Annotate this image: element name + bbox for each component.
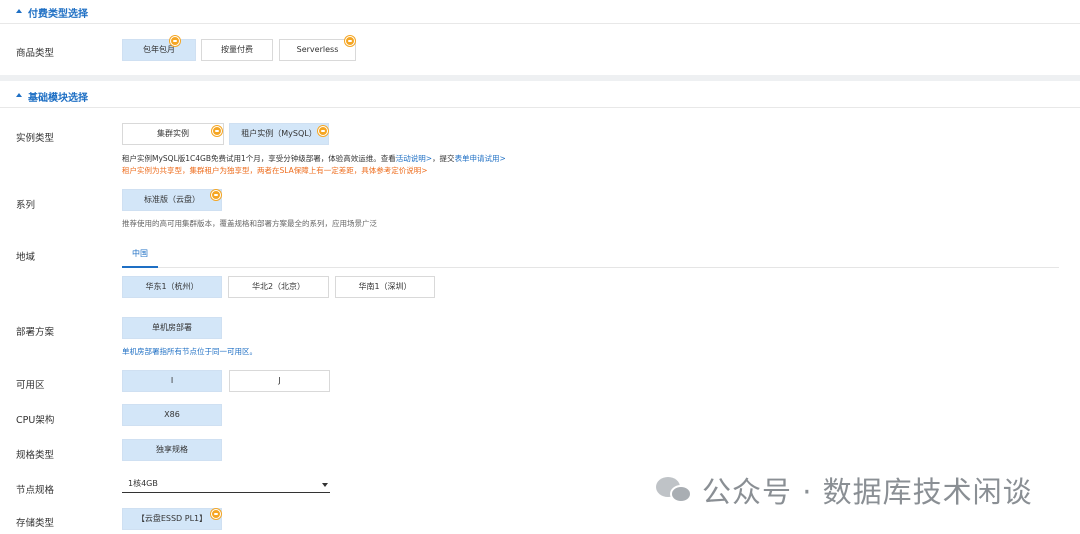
promo-badge-icon [211, 190, 221, 200]
option-pay-as-you-go-label: 按量付费 [221, 45, 253, 54]
region-label: 地域 [16, 252, 36, 263]
option-region-beijing-label: 华北2（北京） [251, 282, 306, 291]
series-note: 推荐使用的高可用集群版本，覆盖规格和部署方案最全的系列，应用场景广泛 [122, 219, 377, 228]
promo-badge-icon [345, 36, 355, 46]
option-essd-pl1[interactable]: 【云盘ESSD PL1】 [122, 508, 222, 530]
spec-type-label: 规格类型 [16, 450, 55, 461]
instance-trial-note: 租户实例MySQL版1C4GB免费试用1个月，享受分钟级部署，体验高效运维。查看… [122, 153, 506, 164]
promo-badge-icon [318, 126, 328, 136]
option-cpu-x86-label: X86 [164, 410, 180, 419]
option-region-shenzhen[interactable]: 华南1（深圳） [335, 276, 435, 298]
option-subscription-label: 包年包月 [143, 45, 175, 54]
promo-badge-icon [212, 126, 222, 136]
option-serverless-label: Serverless [296, 45, 339, 54]
instance-type-label: 实例类型 [16, 133, 55, 144]
promo-badge-icon [211, 509, 221, 519]
option-cluster-instance[interactable]: 集群实例 [122, 123, 224, 145]
cpu-arch-label: CPU架构 [16, 415, 55, 426]
instance-sla-note[interactable]: 租户实例为共享型，集群租户为独享型，两者在SLA保障上有一定差距，具体参考定价说… [122, 165, 428, 176]
option-cluster-instance-label: 集群实例 [157, 129, 189, 138]
option-dedicated-spec[interactable]: 独享规格 [122, 439, 222, 461]
option-region-hangzhou[interactable]: 华东1（杭州） [122, 276, 222, 298]
promo-badge-icon [170, 36, 180, 46]
node-spec-select[interactable]: 1核4GB [122, 475, 330, 493]
option-standard-edition-label: 标准版（云盘） [144, 195, 200, 204]
zone-label: 可用区 [16, 380, 45, 391]
option-subscription[interactable]: 包年包月 [122, 39, 196, 61]
option-essd-pl1-label: 【云盘ESSD PL1】 [136, 514, 208, 523]
wechat-watermark: 公众号 · 数据库技术闲谈 [656, 472, 1033, 509]
series-label: 系列 [16, 200, 36, 211]
instance-trial-mid-text: ，提交 [432, 154, 455, 163]
billing-section-header[interactable]: 付费类型选择 [0, 0, 1080, 24]
basic-section-title: 基础模块选择 [28, 93, 88, 104]
section-divider [0, 75, 1080, 81]
option-zone-j[interactable]: J [229, 370, 330, 392]
option-zone-j-label: J [278, 376, 281, 385]
node-spec-label: 节点规格 [16, 485, 55, 496]
option-dedicated-spec-label: 独享规格 [156, 445, 188, 454]
option-single-zone-deploy[interactable]: 单机房部署 [122, 317, 222, 339]
option-cpu-x86[interactable]: X86 [122, 404, 222, 426]
option-tenant-instance-label: 租户实例（MySQL） [241, 129, 317, 138]
collapse-triangle-icon [16, 9, 22, 13]
watermark-text: 公众号 · 数据库技术闲谈 [702, 475, 1033, 509]
trial-form-link[interactable]: 表单申请试用> [455, 154, 506, 163]
option-region-hangzhou-label: 华东1（杭州） [145, 282, 199, 291]
option-zone-i[interactable]: I [122, 370, 222, 392]
storage-type-label: 存储类型 [16, 518, 55, 529]
option-region-shenzhen-label: 华南1（深圳） [358, 282, 412, 291]
deploy-label: 部署方案 [16, 327, 55, 338]
basic-section-header[interactable]: 基础模块选择 [0, 84, 1080, 108]
activity-info-link[interactable]: 活动说明> [396, 154, 432, 163]
deploy-note: 单机房部署指所有节点位于同一可用区。 [122, 347, 257, 356]
option-standard-edition[interactable]: 标准版（云盘） [122, 189, 222, 211]
product-type-label: 商品类型 [16, 48, 55, 59]
region-tabbar: 中国 [122, 246, 1059, 268]
option-region-beijing[interactable]: 华北2（北京） [228, 276, 329, 298]
node-spec-value: 1核4GB [128, 479, 158, 488]
instance-trial-text: 租户实例MySQL版1C4GB免费试用1个月，享受分钟级部署，体验高效运维。查看 [122, 154, 396, 163]
option-pay-as-you-go[interactable]: 按量付费 [201, 39, 273, 61]
option-single-zone-deploy-label: 单机房部署 [152, 323, 192, 332]
wechat-icon [656, 475, 694, 505]
collapse-triangle-icon [16, 93, 22, 97]
option-zone-i-label: I [170, 376, 174, 385]
chevron-down-icon [322, 483, 328, 487]
billing-section-title: 付费类型选择 [28, 9, 88, 20]
tab-china[interactable]: 中国 [122, 246, 158, 268]
option-tenant-instance[interactable]: 租户实例（MySQL） [229, 123, 329, 145]
